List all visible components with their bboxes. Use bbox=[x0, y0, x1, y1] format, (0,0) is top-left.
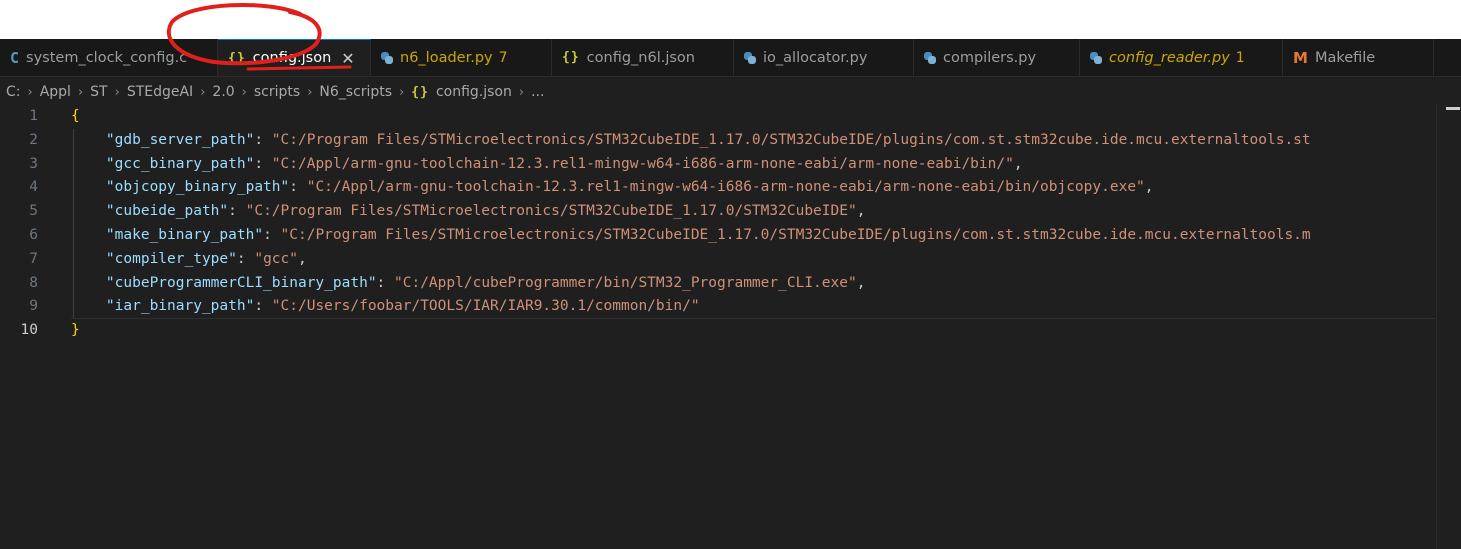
chevron-right-icon: › bbox=[200, 84, 206, 100]
tab-n6-loader[interactable]: n6_loader.py 7 bbox=[371, 39, 552, 76]
line-number: 2 bbox=[29, 131, 38, 148]
problems-badge: 7 bbox=[498, 49, 508, 66]
tab-label: Makefile bbox=[1314, 49, 1376, 66]
tab-io-allocator[interactable]: io_allocator.py bbox=[734, 39, 914, 76]
chevron-right-icon: › bbox=[307, 84, 313, 100]
json-file-icon: {} bbox=[562, 50, 580, 65]
line-number: 1 bbox=[29, 108, 38, 124]
code-lines[interactable]: { "gdb_server_path": "C:/Program Files/S… bbox=[71, 105, 1435, 343]
json-key: "objcopy_binary_path" bbox=[105, 179, 290, 196]
json-key: "cubeProgrammerCLI_binary_path" bbox=[105, 274, 377, 291]
breadcrumb-item[interactable]: Appl bbox=[40, 84, 71, 100]
chevron-right-icon: › bbox=[518, 84, 525, 100]
breadcrumb-item[interactable]: N6_scripts bbox=[319, 84, 392, 100]
breadcrumb-item[interactable]: ST bbox=[90, 84, 107, 100]
breadcrumb-file[interactable]: config.json bbox=[436, 84, 512, 100]
chevron-right-icon: › bbox=[241, 84, 247, 100]
json-key: "cubeide_path" bbox=[105, 203, 229, 220]
python-file-icon bbox=[924, 51, 936, 64]
code-line: "iar_binary_path": "C:/Users/foobar/TOOL… bbox=[105, 298, 700, 315]
tab-config-n6l-json[interactable]: {} config_n6l.json bbox=[552, 39, 734, 76]
code-editor[interactable]: 1 2 3 4 5 6 7 8 9 10 { "gdb_server_path"… bbox=[0, 105, 1461, 549]
tab-label: compilers.py bbox=[943, 49, 1037, 66]
code-line: "compiler_type": "gcc", bbox=[105, 250, 307, 267]
json-file-icon: {} bbox=[228, 50, 246, 66]
code-line-current: } bbox=[71, 318, 1435, 343]
close-icon[interactable]: ✕ bbox=[341, 49, 354, 68]
code-line: "gcc_binary_path": "C:/Appl/arm-gnu-tool… bbox=[105, 155, 1023, 172]
line-number: 8 bbox=[29, 274, 38, 291]
python-file-icon bbox=[744, 51, 756, 64]
code-line: "gdb_server_path": "C:/Program Files/STM… bbox=[105, 131, 1311, 148]
line-number: 7 bbox=[29, 250, 38, 267]
chevron-right-icon: › bbox=[77, 84, 84, 100]
tab-makefile[interactable]: M Makefile bbox=[1283, 39, 1434, 76]
breadcrumb-item[interactable]: scripts bbox=[254, 84, 300, 100]
code-line: "cubeProgrammerCLI_binary_path": "C:/App… bbox=[105, 274, 866, 291]
json-key: "compiler_type" bbox=[105, 250, 237, 267]
line-number-gutter: 1 2 3 4 5 6 7 8 9 10 bbox=[0, 105, 50, 343]
line-number: 3 bbox=[29, 155, 38, 172]
tab-config-reader[interactable]: config_reader.py 1 bbox=[1080, 39, 1283, 76]
tab-label: io_allocator.py bbox=[763, 49, 868, 66]
tab-config-json[interactable]: {} config.json ✕ bbox=[218, 39, 371, 76]
chevron-right-icon: › bbox=[399, 84, 405, 100]
json-value: "C:/Appl/cubeProgrammer/bin/STM32_Progra… bbox=[394, 274, 857, 291]
editor-tab-bar: C system_clock_config.c {} config.json ✕… bbox=[0, 39, 1461, 77]
chevron-right-icon: › bbox=[27, 84, 33, 100]
tab-label: config_reader.py bbox=[1109, 49, 1230, 66]
json-key: "gdb_server_path" bbox=[105, 131, 255, 148]
c-file-icon: C bbox=[10, 48, 20, 67]
code-line: "objcopy_binary_path": "C:/Appl/arm-gnu-… bbox=[105, 179, 1154, 196]
json-value: "C:/Program Files/STMicroelectronics/STM… bbox=[271, 131, 1311, 148]
python-file-icon bbox=[1090, 51, 1102, 64]
breadcrumb-item[interactable]: STEdgeAI bbox=[127, 84, 193, 100]
vertical-scrollbar[interactable] bbox=[1436, 105, 1461, 549]
json-key: "iar_binary_path" bbox=[105, 298, 255, 315]
line-number: 5 bbox=[29, 203, 38, 220]
tab-label: system_clock_config.c bbox=[26, 49, 188, 66]
json-key: "make_binary_path" bbox=[105, 226, 264, 243]
json-key: "gcc_binary_path" bbox=[105, 155, 255, 172]
json-value: "C:/Users/foobar/TOOLS/IAR/IAR9.30.1/com… bbox=[271, 298, 700, 315]
tab-label: config.json bbox=[252, 50, 332, 66]
chevron-right-icon: › bbox=[114, 84, 120, 100]
python-file-icon bbox=[381, 51, 393, 64]
top-blank-area bbox=[0, 0, 1461, 39]
code-line: "make_binary_path": "C:/Program Files/ST… bbox=[105, 226, 1311, 243]
code-line: "cubeide_path": "C:/Program Files/STMicr… bbox=[105, 203, 866, 220]
tab-label: config_n6l.json bbox=[586, 49, 695, 66]
makefile-icon: M bbox=[1293, 48, 1308, 67]
line-number: 4 bbox=[29, 179, 38, 196]
tab-compilers[interactable]: compilers.py bbox=[914, 39, 1080, 76]
line-number: 6 bbox=[29, 226, 38, 243]
json-value: "C:/Appl/arm-gnu-toolchain-12.3.rel1-min… bbox=[306, 179, 1145, 196]
json-value: "C:/Program Files/STMicroelectronics/STM… bbox=[245, 203, 857, 220]
json-open-brace: { bbox=[71, 108, 80, 124]
breadcrumb-more[interactable]: ... bbox=[531, 84, 544, 100]
breadcrumb-item[interactable]: C: bbox=[6, 84, 21, 100]
breadcrumb-item[interactable]: 2.0 bbox=[212, 84, 234, 100]
breadcrumb: C: › Appl › ST › STEdgeAI › 2.0 › scripts › N6… bbox=[0, 77, 1461, 107]
json-close-brace: } bbox=[71, 322, 80, 339]
line-number: 9 bbox=[29, 298, 38, 315]
tab-system-clock-config[interactable]: C system_clock_config.c bbox=[0, 39, 218, 76]
json-value: "gcc" bbox=[254, 250, 298, 267]
json-file-icon: {} bbox=[411, 84, 429, 100]
tab-label: n6_loader.py bbox=[400, 49, 493, 66]
line-number-current: 10 bbox=[20, 322, 38, 339]
scroll-position-marker bbox=[1446, 107, 1460, 110]
code-line: { bbox=[71, 105, 1435, 129]
json-value: "C:/Program Files/STMicroelectronics/STM… bbox=[280, 226, 1311, 243]
problems-badge: 1 bbox=[1235, 49, 1245, 66]
json-value: "C:/Appl/arm-gnu-toolchain-12.3.rel1-min… bbox=[271, 155, 1014, 172]
